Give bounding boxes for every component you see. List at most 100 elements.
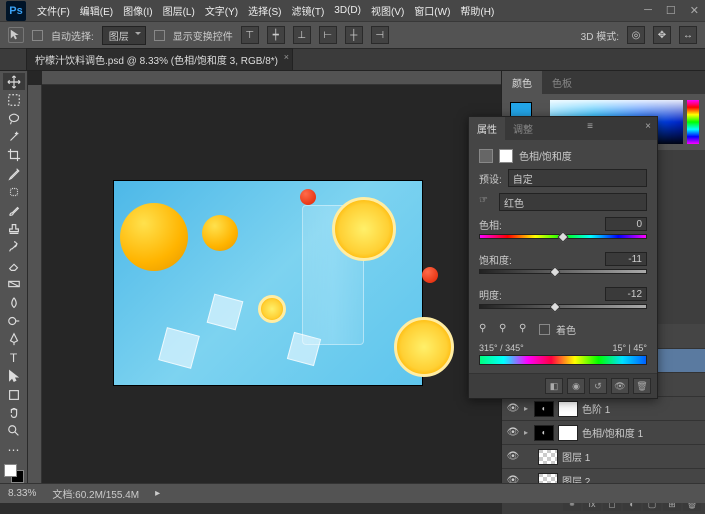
layer-thumb [538, 449, 558, 465]
gradient-tool[interactable] [3, 275, 25, 292]
tab-adjustments[interactable]: 调整 [505, 117, 541, 140]
lasso-tool[interactable] [3, 110, 25, 127]
window-maximize-icon[interactable]: ☐ [666, 4, 676, 17]
menu-3d[interactable]: 3D(D) [329, 5, 366, 16]
move-tool-icon[interactable] [8, 27, 24, 43]
visibility-eye-icon[interactable]: 👁 [506, 451, 520, 462]
move-tool[interactable] [3, 73, 25, 90]
colorize-check[interactable] [539, 324, 550, 335]
menu-bar: Ps 文件(F) 编辑(E) 图像(I) 图层(L) 文字(Y) 选择(S) 滤… [0, 0, 705, 21]
range-gradient[interactable] [479, 355, 647, 365]
3d-orbit-icon[interactable]: ◎ [627, 26, 645, 44]
layer-mask-thumb [558, 401, 578, 417]
wand-tool[interactable] [3, 128, 25, 145]
marquee-tool[interactable] [3, 91, 25, 108]
mode-3d-label: 3D 模式: [581, 28, 619, 43]
layer-row[interactable]: 👁▸◐色相/饱和度 1 [502, 421, 705, 445]
zoom-level[interactable]: 8.33% [8, 488, 36, 499]
reset-icon[interactable]: ↺ [589, 378, 607, 394]
menu-image[interactable]: 图像(I) [118, 3, 157, 18]
menu-view[interactable]: 视图(V) [366, 3, 409, 18]
panel-menu-icon[interactable]: ≡ [581, 117, 599, 140]
blur-tool[interactable] [3, 294, 25, 311]
stamp-tool[interactable] [3, 220, 25, 237]
tab-properties[interactable]: 属性 [469, 117, 505, 140]
tab-color[interactable]: 颜色 [502, 71, 542, 94]
delete-adjustment-icon[interactable]: 🗑 [633, 378, 651, 394]
menu-type[interactable]: 文字(Y) [200, 3, 243, 18]
hue-strip[interactable] [687, 100, 699, 144]
document-tab[interactable]: 柠檬汁饮料调色.psd @ 8.33% (色相/饱和度 3, RGB/8*) × [26, 48, 293, 70]
edit-toolbar-icon[interactable]: ⋯ [3, 441, 25, 458]
hand-tool[interactable] [3, 404, 25, 421]
previous-state-icon[interactable]: ◉ [567, 378, 585, 394]
canvas-image [258, 295, 286, 323]
layer-thumb: ◐ [534, 401, 554, 417]
auto-select-check[interactable] [32, 30, 43, 41]
ruler-horizontal[interactable] [42, 71, 501, 85]
hue-value[interactable]: 0 [605, 217, 647, 231]
type-tool[interactable]: T [3, 349, 25, 366]
status-arrow-icon[interactable]: ▸ [155, 488, 160, 499]
light-slider[interactable] [479, 304, 647, 314]
auto-select-dropdown[interactable]: 图层 [102, 26, 146, 45]
visibility-eye-icon[interactable]: 👁 [506, 427, 520, 438]
align-top-icon[interactable]: ⊤ [241, 26, 259, 44]
eyedropper-icon[interactable]: ⚲ [479, 323, 493, 337]
window-close-icon[interactable]: ✕ [690, 4, 699, 17]
light-value[interactable]: -12 [605, 287, 647, 301]
ruler-vertical[interactable] [28, 85, 42, 483]
align-left-icon[interactable]: ⊢ [319, 26, 337, 44]
pen-tool[interactable] [3, 331, 25, 348]
menu-window[interactable]: 窗口(W) [409, 3, 455, 18]
channel-dropdown[interactable]: 红色 [499, 193, 647, 211]
menu-edit[interactable]: 编辑(E) [75, 3, 118, 18]
menu-file[interactable]: 文件(F) [32, 3, 75, 18]
tab-swatches[interactable]: 色板 [542, 71, 582, 94]
finger-icon[interactable]: ☞ [479, 195, 493, 209]
shape-tool[interactable] [3, 386, 25, 403]
menu-layer[interactable]: 图层(L) [158, 3, 200, 18]
zoom-tool[interactable] [3, 423, 25, 440]
preset-dropdown[interactable]: 自定 [508, 169, 647, 187]
light-label: 明度: [479, 287, 502, 302]
panel-close-icon[interactable]: × [639, 117, 657, 140]
hue-sat-icon [479, 149, 493, 163]
history-brush-tool[interactable] [3, 239, 25, 256]
collapse-arrow-icon[interactable]: ▸ [524, 428, 528, 437]
align-hcenter-icon[interactable]: ┼ [345, 26, 363, 44]
hue-slider[interactable] [479, 234, 647, 244]
close-tab-icon[interactable]: × [284, 52, 289, 62]
brush-tool[interactable] [3, 202, 25, 219]
crop-tool[interactable] [3, 147, 25, 164]
layer-row[interactable]: 👁 图层 1 [502, 445, 705, 469]
eyedropper-minus-icon[interactable]: ⚲ [519, 323, 533, 337]
sat-slider[interactable] [479, 269, 647, 279]
eyedropper-tool[interactable] [3, 165, 25, 182]
canvas-area[interactable] [28, 71, 501, 483]
path-select-tool[interactable] [3, 368, 25, 385]
clip-to-layer-icon[interactable]: ◧ [545, 378, 563, 394]
collapse-arrow-icon[interactable]: ▸ [524, 404, 528, 413]
sat-value[interactable]: -11 [605, 252, 647, 266]
menu-help[interactable]: 帮助(H) [455, 3, 499, 18]
window-minimize-icon[interactable]: ─ [644, 4, 652, 17]
color-wells[interactable] [4, 464, 24, 483]
layer-row[interactable]: 👁▸◐色阶 1 [502, 397, 705, 421]
document-canvas[interactable] [114, 181, 422, 385]
align-vcenter-icon[interactable]: ┿ [267, 26, 285, 44]
heal-tool[interactable] [3, 183, 25, 200]
eyedropper-plus-icon[interactable]: ⚲ [499, 323, 513, 337]
layer-name: 图层 1 [562, 449, 590, 464]
align-right-icon[interactable]: ⊣ [371, 26, 389, 44]
dodge-tool[interactable] [3, 312, 25, 329]
3d-slide-icon[interactable]: ↔ [679, 26, 697, 44]
visibility-eye-icon[interactable]: 👁 [506, 403, 520, 414]
eraser-tool[interactable] [3, 257, 25, 274]
menu-select[interactable]: 选择(S) [243, 3, 286, 18]
align-bottom-icon[interactable]: ⊥ [293, 26, 311, 44]
menu-filter[interactable]: 滤镜(T) [287, 3, 330, 18]
3d-pan-icon[interactable]: ✥ [653, 26, 671, 44]
toggle-visibility-icon[interactable]: 👁 [611, 378, 629, 394]
show-transform-check[interactable] [154, 30, 165, 41]
